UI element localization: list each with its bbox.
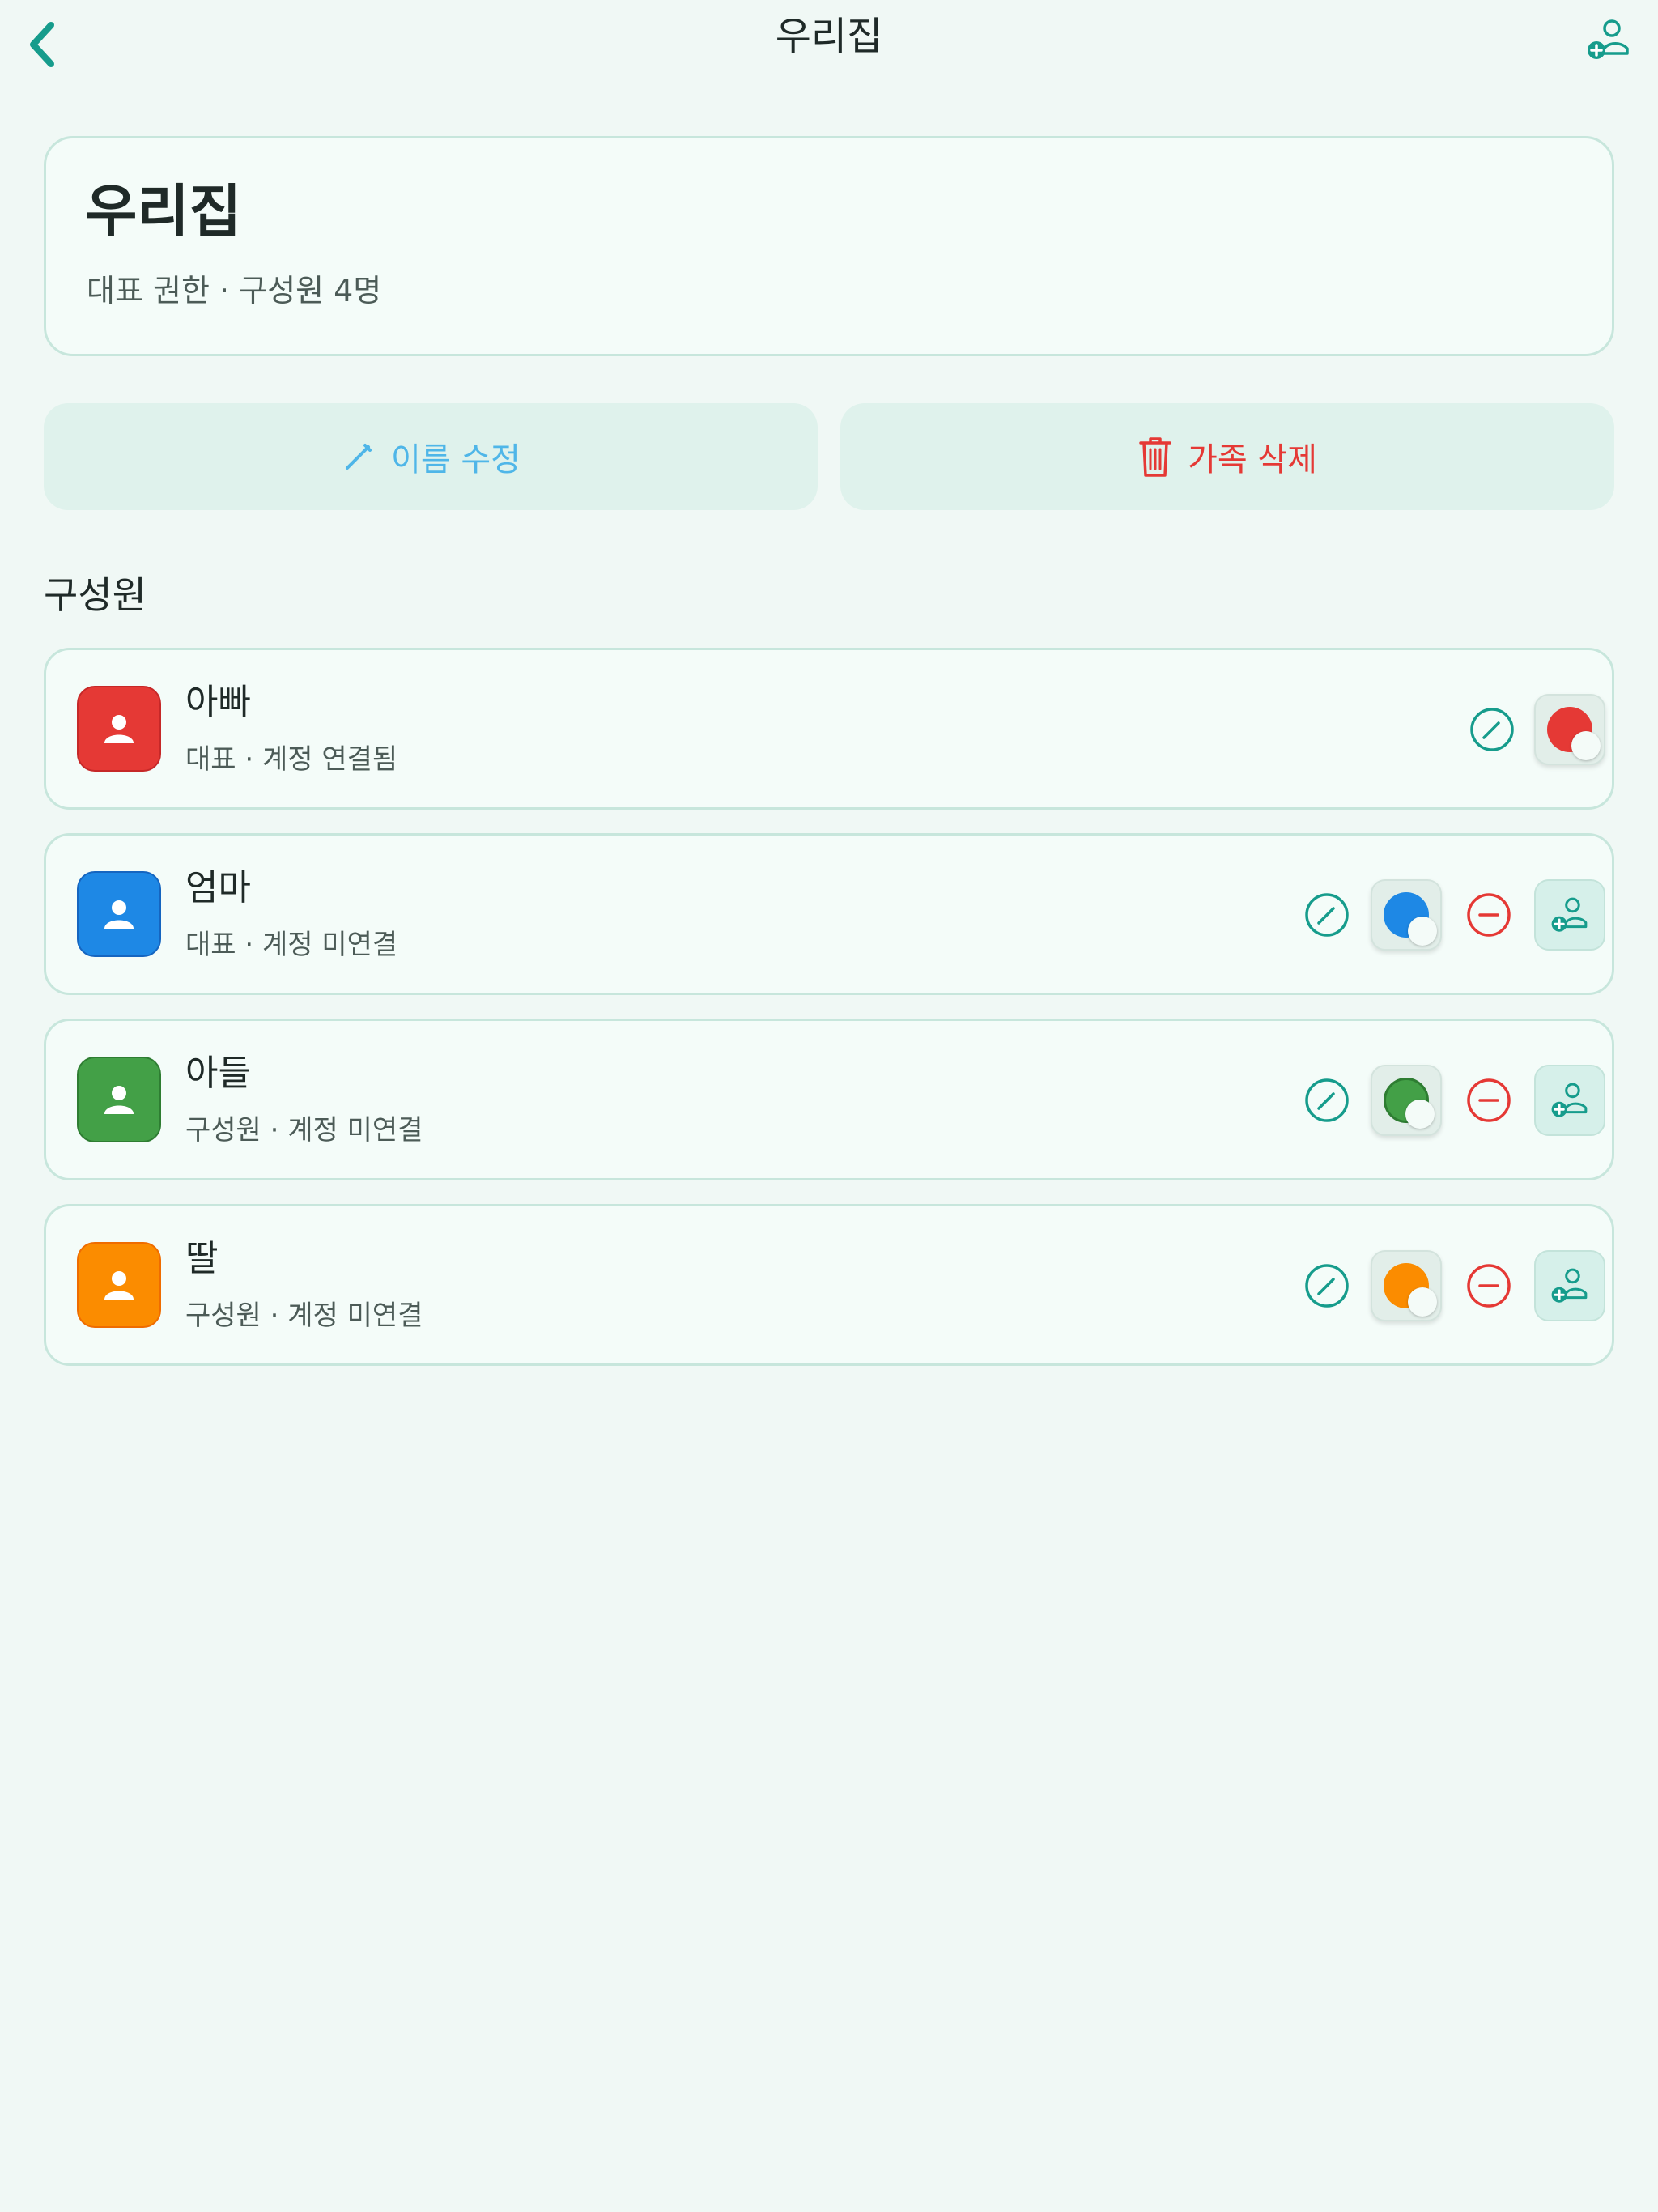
member-color-dot	[1547, 707, 1601, 760]
edit-circle-icon	[1470, 708, 1514, 751]
member-card-son[interactable]: 아들 구성원 · 계정 미연결	[44, 1019, 1614, 1180]
remove-member-button[interactable]	[1453, 1250, 1524, 1321]
edit-circle-icon	[1305, 1078, 1349, 1122]
minus-circle-icon	[1467, 1078, 1511, 1122]
edit-member-button[interactable]	[1291, 1250, 1363, 1321]
member-subtitle: 대표 · 계정 미연결	[185, 929, 398, 961]
rename-label: 이름 수정	[391, 441, 521, 479]
member-color-button[interactable]	[1534, 694, 1605, 765]
member-card-mom[interactable]: 엄마 대표 · 계정 미연결	[44, 833, 1614, 995]
person-icon	[104, 1086, 134, 1114]
member-avatar	[77, 686, 161, 772]
member-avatar	[77, 1057, 161, 1142]
member-color-button[interactable]	[1371, 879, 1442, 951]
add-member-button[interactable]	[1580, 11, 1637, 68]
member-name: 딸	[185, 1238, 219, 1279]
color-knob	[1408, 917, 1437, 946]
members-section-title: 구성원	[44, 573, 147, 617]
member-name: 엄마	[185, 867, 251, 908]
member-color-button[interactable]	[1371, 1065, 1442, 1136]
member-color-dot	[1384, 1263, 1437, 1317]
person-add-icon	[1588, 19, 1629, 59]
member-list: 아빠 대표 · 계정 연결됨 엄마 대표 · 계정 미연결 아들 구성원 · 계…	[44, 648, 1614, 1389]
delete-label: 가족 삭제	[1188, 441, 1317, 479]
member-color-dot	[1384, 1078, 1435, 1129]
edit-member-button[interactable]	[1456, 694, 1528, 765]
family-info-card: 우리집 대표 권한 · 구성원 4명	[44, 136, 1614, 356]
member-card-dad[interactable]: 아빠 대표 · 계정 연결됨	[44, 648, 1614, 810]
edit-member-button[interactable]	[1291, 1065, 1363, 1136]
member-avatar	[77, 871, 161, 957]
minus-circle-icon	[1467, 893, 1511, 937]
member-color-button[interactable]	[1371, 1250, 1442, 1321]
person-add-icon	[1551, 897, 1588, 932]
rename-family-button[interactable]: 이름 수정	[44, 403, 818, 510]
member-subtitle: 구성원 · 계정 미연결	[185, 1114, 423, 1146]
color-knob	[1408, 1287, 1437, 1317]
family-name: 우리집	[85, 178, 242, 245]
member-name: 아들	[185, 1053, 251, 1094]
trash-icon	[1139, 437, 1171, 477]
person-add-icon	[1551, 1268, 1588, 1303]
person-icon	[104, 1271, 134, 1300]
top-nav-bar: 우리집	[0, 0, 1658, 81]
link-account-button[interactable]	[1534, 879, 1605, 951]
minus-circle-icon	[1467, 1264, 1511, 1308]
member-card-daughter[interactable]: 딸 구성원 · 계정 미연결	[44, 1204, 1614, 1366]
family-subtitle: 대표 권한 · 구성원 4명	[87, 273, 382, 308]
member-subtitle: 구성원 · 계정 미연결	[185, 1300, 423, 1332]
member-color-dot	[1384, 892, 1437, 946]
member-name: 아빠	[185, 682, 251, 723]
edit-circle-icon	[1305, 893, 1349, 937]
page-title: 우리집	[775, 14, 883, 59]
color-knob	[1405, 1100, 1435, 1129]
person-icon	[104, 715, 134, 743]
delete-family-button[interactable]: 가족 삭제	[840, 403, 1614, 510]
edit-circle-icon	[1305, 1264, 1349, 1308]
person-add-icon	[1551, 1083, 1588, 1117]
member-subtitle: 대표 · 계정 연결됨	[185, 743, 398, 776]
link-account-button[interactable]	[1534, 1065, 1605, 1136]
edit-member-button[interactable]	[1291, 879, 1363, 951]
member-avatar	[77, 1242, 161, 1328]
remove-member-button[interactable]	[1453, 1065, 1524, 1136]
person-icon	[104, 900, 134, 929]
pencil-icon	[346, 444, 372, 470]
remove-member-button[interactable]	[1453, 879, 1524, 951]
link-account-button[interactable]	[1534, 1250, 1605, 1321]
color-knob	[1571, 731, 1601, 760]
